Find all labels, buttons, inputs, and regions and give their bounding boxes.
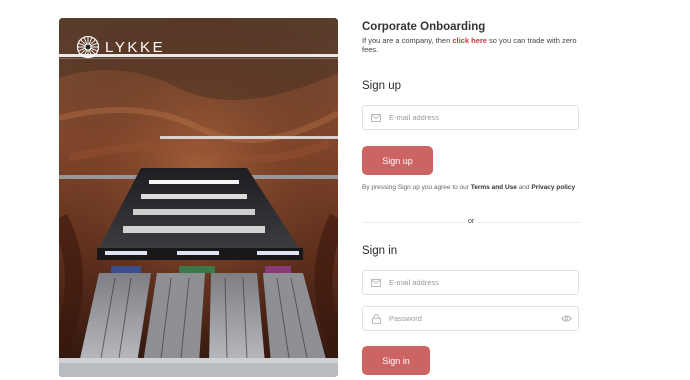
signin-title: Sign in	[362, 245, 398, 257]
onboarding-text-before: If you are a company, then	[362, 36, 453, 45]
signin-button[interactable]: Sign in	[362, 346, 430, 375]
envelope-icon	[363, 278, 389, 287]
lock-icon	[363, 313, 389, 324]
onboarding-page: LYKKE Corporate Onboarding If you are a …	[0, 0, 690, 380]
escalator-cave-illustration	[59, 18, 338, 377]
hero-image: LYKKE	[59, 18, 338, 377]
or-divider-text: or	[465, 218, 478, 225]
terms-text-before: By pressing Sign up you agree to our	[362, 184, 471, 191]
signin-password-field[interactable]	[362, 306, 579, 331]
corporate-onboarding-text: If you are a company, then click here so…	[362, 36, 582, 54]
signup-email-input[interactable]	[389, 113, 578, 122]
eye-icon[interactable]	[554, 315, 578, 322]
brand-logo: LYKKE	[76, 35, 165, 59]
click-here-link[interactable]: click here	[452, 36, 487, 45]
envelope-icon	[363, 113, 389, 122]
terms-link[interactable]: Terms and Use	[471, 184, 517, 191]
lykke-logo-icon	[76, 35, 100, 59]
terms-text-middle: and	[516, 184, 532, 191]
brand-name: LYKKE	[105, 38, 166, 56]
signin-email-field[interactable]	[362, 270, 579, 295]
signup-title: Sign up	[362, 80, 402, 92]
signin-email-input[interactable]	[389, 278, 578, 287]
privacy-link[interactable]: Privacy policy	[531, 184, 575, 191]
signup-email-field[interactable]	[362, 105, 579, 130]
signin-password-input[interactable]	[389, 314, 554, 323]
signup-button[interactable]: Sign up	[362, 146, 433, 175]
signup-terms-text: By pressing Sign up you agree to our Ter…	[362, 183, 582, 193]
corporate-onboarding-title: Corporate Onboarding	[362, 21, 486, 33]
